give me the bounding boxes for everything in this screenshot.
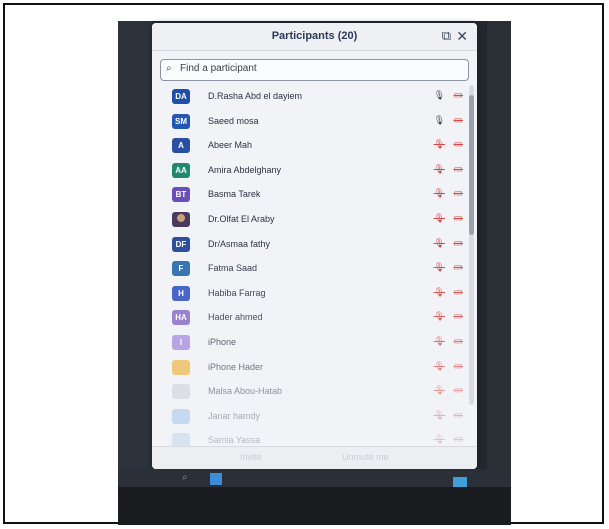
participant-name: iPhone Hader <box>208 361 264 372</box>
participant-name: Malsa Abou-Hatab <box>208 386 283 397</box>
video-off-icon[interactable]: ▭ <box>454 262 463 273</box>
participant-name: Hader ahmed <box>208 312 263 323</box>
screen-edge-right <box>487 21 511 525</box>
participant-row[interactable]: DF Dr/Asmaa fathy 🎙 ▭ <box>152 233 477 258</box>
participant-row[interactable]: A Abeer Mah 🎙 ▭ <box>152 134 477 159</box>
microphone-muted-icon[interactable]: 🎙 <box>434 361 445 372</box>
video-off-icon[interactable]: ▭ <box>454 115 463 126</box>
avatar: AA <box>172 162 190 178</box>
avatar: I <box>172 334 190 350</box>
avatar <box>172 408 190 424</box>
participant-row[interactable]: F Fatma Saad 🎙 ▭ <box>152 257 477 282</box>
microphone-muted-icon[interactable]: 🎙 <box>434 410 445 421</box>
microphone-muted-icon[interactable]: 🎙 <box>434 311 445 322</box>
video-off-icon[interactable]: ▭ <box>454 336 463 347</box>
popout-icon[interactable]: ⧉ <box>442 28 451 44</box>
participant-row[interactable]: IiPhone 🎙 ▭ <box>152 331 477 356</box>
scrollbar-thumb[interactable] <box>469 95 474 235</box>
video-off-icon[interactable]: ▭ <box>454 139 463 150</box>
taskbar-search-icon[interactable]: ⌕ <box>182 472 188 483</box>
participant-row[interactable]: SM Saeed mosa 🎙 ▭ <box>152 110 477 135</box>
participant-name: D.Rasha Abd el dayiem <box>208 91 303 101</box>
unmute-me-button[interactable]: Unmute me <box>342 452 389 462</box>
participant-name: Saeed mosa <box>208 115 259 126</box>
search-box[interactable]: ⌕ <box>160 59 469 81</box>
panel-header: Participants (20) ⧉ ✕ <box>152 23 477 51</box>
participant-name: Fatma Saad <box>208 263 258 274</box>
monitor-screen: Participants (20) ⧉ ✕ ⌕ DA D.Rasha Abd el… <box>118 21 511 525</box>
video-off-icon[interactable]: ▭ <box>454 238 463 249</box>
microphone-muted-icon[interactable]: 🎙 <box>434 139 445 150</box>
video-off-icon[interactable]: ▭ <box>454 361 463 372</box>
close-icon[interactable]: ✕ <box>456 28 468 45</box>
participant-name: Abeer Mah <box>208 140 253 151</box>
microphone-muted-icon[interactable]: 🎙 <box>434 213 445 224</box>
avatar: DA <box>172 89 190 104</box>
taskbar-app-icon[interactable] <box>453 477 467 487</box>
panel-footer: Invite Unmute me <box>152 446 477 469</box>
microphone-muted-icon[interactable]: 🎙 <box>434 336 445 347</box>
participant-name: Amira Abdelghany <box>208 164 282 175</box>
avatar: SM <box>172 113 190 129</box>
participant-name: Habiba Farrag <box>208 287 266 298</box>
participant-name: iPhone <box>208 336 237 347</box>
taskbar: ⌕ <box>118 469 511 489</box>
avatar: DF <box>172 236 190 252</box>
participant-row[interactable]: BT Basma Tarek 🎙 ▭ <box>152 183 477 208</box>
participant-row[interactable]: HA Hader ahmed 🎙 ▭ <box>152 306 477 331</box>
avatar: HA <box>172 310 190 326</box>
avatar: BT <box>172 187 190 203</box>
participant-name: Basma Tarek <box>208 189 261 200</box>
participant-row[interactable]: AA Amira Abdelghany 🎙 ▭ <box>152 159 477 184</box>
avatar <box>172 211 190 227</box>
invite-button[interactable]: Invite <box>240 452 262 462</box>
participant-name: Dr.Olfat El Araby <box>208 213 275 224</box>
participant-list: DA D.Rasha Abd el dayiem 🎙 ▭ SM Saeed mosa 🎙 ▭ A… <box>152 85 477 454</box>
avatar: F <box>172 261 190 277</box>
video-off-icon[interactable]: ▭ <box>454 434 463 445</box>
panel-title: Participants (20) <box>271 30 358 42</box>
microphone-muted-icon[interactable]: 🎙 <box>434 164 445 175</box>
photo-frame: Participants (20) ⧉ ✕ ⌕ DA D.Rasha Abd el… <box>3 3 604 525</box>
microphone-icon[interactable]: 🎙 <box>434 115 445 126</box>
microphone-icon[interactable]: 🎙 <box>434 90 445 101</box>
microphone-muted-icon[interactable]: 🎙 <box>434 262 445 273</box>
video-off-icon[interactable]: ▭ <box>454 213 463 224</box>
video-off-icon[interactable]: ▭ <box>454 311 463 322</box>
microphone-muted-icon[interactable]: 🎙 <box>434 287 445 298</box>
participant-row[interactable]: H Habiba Farrag 🎙 ▭ <box>152 282 477 307</box>
screen-edge-left <box>118 21 152 525</box>
video-off-icon[interactable]: ▭ <box>454 287 463 298</box>
microphone-muted-icon[interactable]: 🎙 <box>434 434 445 445</box>
avatar <box>172 359 190 375</box>
participant-row[interactable]: Malsa Abou-Hatab 🎙 ▭ <box>152 380 477 405</box>
microphone-muted-icon[interactable]: 🎙 <box>434 385 445 396</box>
monitor-bottom-bezel <box>118 487 511 525</box>
avatar: H <box>172 285 190 301</box>
participant-row[interactable]: DA D.Rasha Abd el dayiem 🎙 ▭ <box>152 85 477 110</box>
participant-name: Dr/Asmaa fathy <box>208 238 271 249</box>
video-off-icon[interactable]: ▭ <box>454 410 463 421</box>
participant-name: Janar hamdy <box>208 410 261 421</box>
participant-row[interactable]: iPhone Hader 🎙 ▭ <box>152 356 477 381</box>
video-off-icon[interactable]: ▭ <box>454 164 463 175</box>
search-input[interactable] <box>178 62 442 75</box>
microphone-muted-icon[interactable]: 🎙 <box>434 238 445 249</box>
participant-row[interactable]: Janar hamdy 🎙 ▭ <box>152 405 477 430</box>
participants-panel: Participants (20) ⧉ ✕ ⌕ DA D.Rasha Abd el… <box>152 23 477 469</box>
avatar: A <box>172 138 190 154</box>
scrollbar[interactable] <box>469 85 474 405</box>
windows-start-icon[interactable] <box>210 473 222 485</box>
participant-row[interactable]: Dr.Olfat El Araby 🎙 ▭ <box>152 208 477 233</box>
video-off-icon[interactable]: ▭ <box>454 385 463 396</box>
video-off-icon[interactable]: ▭ <box>454 188 463 199</box>
microphone-muted-icon[interactable]: 🎙 <box>434 188 445 199</box>
avatar <box>172 384 190 400</box>
video-off-icon[interactable]: ▭ <box>454 90 463 101</box>
search-icon: ⌕ <box>166 63 172 74</box>
participant-name: Samia Yassa <box>208 435 261 446</box>
